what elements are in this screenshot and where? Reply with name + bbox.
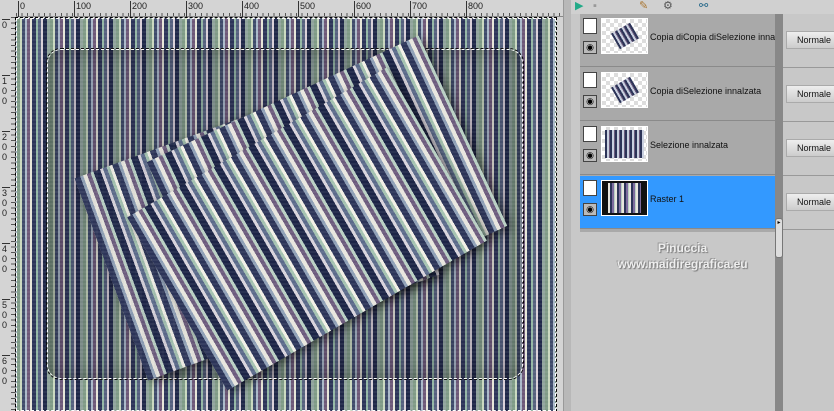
layer-image-raster: [74, 72, 440, 381]
ruler-tick-label: 800: [466, 1, 483, 17]
layer-row[interactable]: ◉ Raster 1: [580, 176, 775, 229]
ruler-tick-label: 400: [242, 1, 259, 17]
canvas-area: 0 100 200 300 400 500 600 700 800 0 100 200 300 400 5…: [0, 0, 563, 411]
layer-thumbnail: [601, 126, 648, 162]
visibility-eye-icon[interactable]: ◉: [583, 41, 597, 54]
blend-mode-dropdown[interactable]: Normale: [786, 31, 834, 49]
blend-mode-dropdown[interactable]: Normale: [786, 139, 834, 157]
ruler-tick-label: 100: [74, 1, 91, 17]
layer-row[interactable]: ◉ Copia diSelezione innalzata: [580, 68, 775, 121]
layer-group-icon[interactable]: [583, 72, 597, 88]
layer-name: Raster 1: [650, 194, 685, 204]
visibility-eye-icon[interactable]: ◉: [583, 149, 597, 162]
layers-toolbar: ▶ ▪ ✎ ⚙ ⚯: [571, 0, 834, 14]
layer-image-copy-of-copy: [127, 67, 487, 391]
layer-image-copy: [146, 35, 508, 353]
ruler-tick-label: 200: [2, 131, 10, 162]
image-canvas[interactable]: [15, 17, 557, 411]
layer-mask-icon[interactable]: ▪: [593, 0, 597, 12]
blend-mode-column: Normale Normale Normale Normale: [783, 14, 834, 232]
scrollbar-thumb[interactable]: ▸: [775, 218, 783, 258]
layer-name: Copia diCopia diSelezione innalzata: [650, 32, 775, 42]
ruler-tick-label: 400: [2, 243, 10, 274]
layers-panel: ◉ Copia diCopia diSelezione innalzata ◉ …: [580, 14, 775, 232]
watermark: Pinuccia www.maidiregrafica.eu: [590, 240, 775, 272]
merge-icon[interactable]: ⚙: [663, 0, 673, 12]
ruler-tick-label: 0: [18, 1, 25, 17]
layer-row[interactable]: ◉ Copia diCopia diSelezione innalzata: [580, 14, 775, 67]
panel-splitter[interactable]: [563, 0, 571, 411]
blend-mode-dropdown[interactable]: Normale: [786, 85, 834, 103]
ruler-tick-label: 600: [2, 355, 10, 386]
link-icon[interactable]: ⚯: [699, 0, 708, 12]
divider: [783, 229, 834, 230]
layer-thumbnail: [601, 18, 648, 54]
ruler-tick-label: 300: [186, 1, 203, 17]
ruler-horizontal: 0 100 200 300 400 500 600 700 800: [16, 0, 563, 17]
ruler-tick-label: 500: [2, 299, 10, 330]
ruler-tick-label: 100: [2, 75, 10, 106]
ruler-tick-label: 300: [2, 187, 10, 218]
ruler-vertical: 0 100 200 300 400 500 600: [0, 17, 16, 411]
layer-name: Selezione innalzata: [650, 140, 729, 150]
ruler-tick-label: 600: [354, 1, 371, 17]
ruler-tick-label: 200: [130, 1, 147, 17]
layer-name: Copia diSelezione innalzata: [650, 86, 762, 96]
selection-marquee: [46, 48, 524, 380]
layer-thumbnail: [601, 72, 648, 108]
watermark-line1: Pinuccia: [657, 241, 708, 255]
ruler-tick-label: 700: [410, 1, 427, 17]
visibility-eye-icon[interactable]: ◉: [583, 203, 597, 216]
ruler-tick-label: 500: [298, 1, 315, 17]
edit-layer-icon[interactable]: ✎: [639, 0, 648, 12]
layers-scrollbar[interactable]: [775, 14, 783, 411]
watermark-line2: www.maidiregrafica.eu: [617, 257, 748, 271]
blend-mode-dropdown[interactable]: Normale: [786, 193, 834, 211]
divider: [783, 67, 834, 68]
layer-group-icon[interactable]: [583, 180, 597, 196]
divider: [783, 121, 834, 122]
visibility-eye-icon[interactable]: ◉: [583, 95, 597, 108]
layer-group-icon[interactable]: [583, 18, 597, 34]
ruler-tick-label: 0: [2, 19, 10, 30]
layer-thumbnail: [601, 180, 648, 216]
layer-group-icon[interactable]: [583, 126, 597, 142]
select-layer-icon[interactable]: ▶: [575, 0, 583, 12]
layer-row[interactable]: ◉ Selezione innalzata: [580, 122, 775, 175]
divider: [783, 175, 834, 176]
